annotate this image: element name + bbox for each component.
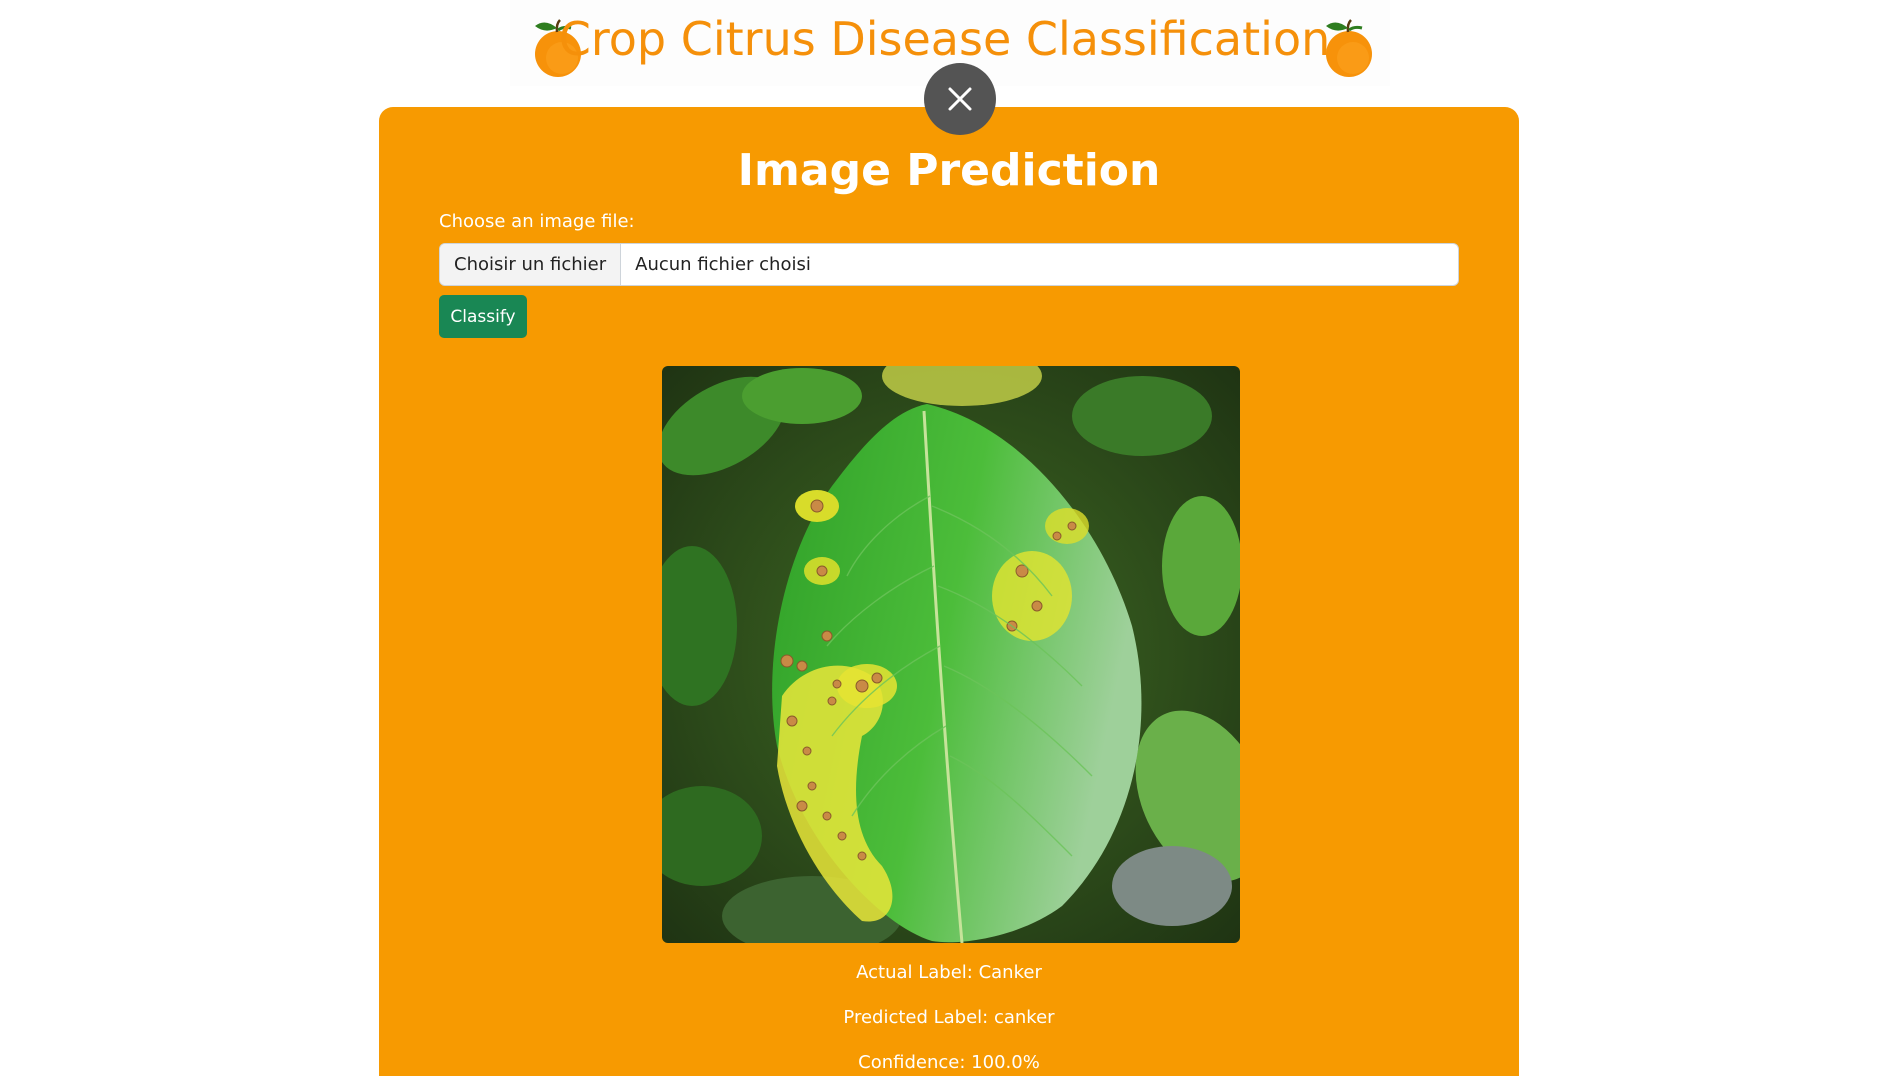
predicted-label-text: Predicted Label: canker — [843, 1007, 1055, 1028]
close-icon — [948, 87, 972, 111]
card-title: Image Prediction — [737, 145, 1161, 196]
file-field-label: Choose an image file: — [439, 211, 635, 232]
page-title: Crop Citrus Disease Classification — [558, 12, 1331, 66]
orange-fruit-icon — [1318, 10, 1378, 80]
leaf-image — [662, 366, 1240, 943]
choose-file-button[interactable]: Choisir un fichier — [440, 244, 622, 285]
classify-button[interactable]: Classify — [439, 295, 527, 338]
actual-label-text: Actual Label: Canker — [856, 962, 1042, 983]
file-name-text: Aucun fichier choisi — [635, 254, 811, 275]
confidence-text: Confidence: 100.0% — [858, 1052, 1040, 1073]
file-input[interactable]: Choisir un fichier Aucun fichier choisi — [439, 243, 1459, 286]
page: Crop Citrus Disease Classification Image… — [0, 0, 1889, 1076]
close-button[interactable] — [924, 63, 996, 135]
